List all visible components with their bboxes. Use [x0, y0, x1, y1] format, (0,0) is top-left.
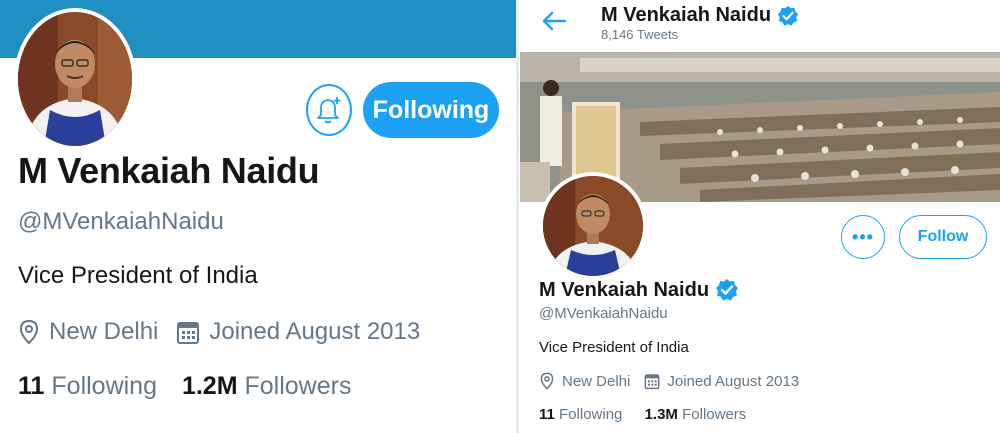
avatar[interactable]	[14, 8, 136, 150]
followers-count: 1.2M	[181, 372, 238, 400]
profile-meta: New Delhi Joined August 2013	[539, 372, 799, 390]
joined-text: Joined August 2013	[209, 318, 421, 345]
avatar-portrait	[543, 176, 643, 276]
followers-label: Followers	[244, 372, 352, 400]
profile-name-row: M Venkaiah Naidu	[539, 278, 739, 302]
tweet-count: 8,146 Tweets	[601, 27, 679, 42]
following-label: Following	[51, 372, 157, 400]
profile-bio: Vice President of India	[18, 262, 258, 289]
followers-label: Followers	[682, 406, 747, 423]
more-options-button[interactable]: •••	[841, 215, 885, 259]
following-button[interactable]: Following	[363, 82, 499, 138]
following-link[interactable]: 11 Following	[539, 406, 622, 423]
profile-bio: Vice President of India	[539, 339, 689, 356]
calendar-icon	[177, 322, 200, 344]
right-profile-panel: M Venkaiah Naidu 8,146 Tweets ••• Follow…	[519, 0, 1000, 433]
location-text: New Delhi	[562, 372, 631, 390]
location-pin-icon	[540, 372, 554, 390]
bell-plus-icon	[317, 97, 341, 124]
verified-badge-icon	[777, 5, 799, 26]
notifications-button[interactable]	[306, 84, 352, 136]
back-arrow-icon[interactable]	[541, 10, 567, 32]
profile-name: M Venkaiah Naidu	[18, 150, 320, 191]
followers-link[interactable]: 1.3M Followers	[645, 406, 747, 423]
profile-handle: @MVenkaiahNaidu	[539, 305, 668, 322]
left-profile-panel: Following M Venkaiah Naidu @MVenkaiahNai…	[0, 0, 516, 433]
avatar-portrait	[18, 12, 132, 146]
joined-text: Joined August 2013	[667, 372, 800, 390]
profile-stats: 11 Following 1.2M Followers	[18, 372, 351, 401]
following-label: Following	[559, 406, 623, 423]
verified-badge-icon	[716, 279, 739, 301]
followers-count: 1.3M	[644, 406, 678, 423]
profile-name: M Venkaiah Naidu	[539, 278, 710, 301]
profile-stats: 11 Following 1.3M Followers	[539, 406, 746, 423]
followers-link[interactable]: 1.2M Followers	[182, 372, 352, 400]
header-name: M Venkaiah Naidu	[601, 4, 772, 26]
following-count: 11	[18, 372, 45, 400]
profile-meta: New Delhi Joined August 2013	[18, 318, 420, 346]
location-text: New Delhi	[49, 318, 159, 345]
following-count: 11	[539, 406, 555, 423]
location-pin-icon	[19, 319, 39, 345]
header-title: M Venkaiah Naidu	[601, 4, 799, 27]
avatar[interactable]	[539, 172, 647, 280]
following-link[interactable]: 11 Following	[18, 372, 157, 400]
calendar-icon	[644, 374, 660, 390]
follow-button[interactable]: Follow	[899, 215, 987, 259]
profile-handle: @MVenkaiahNaidu	[18, 208, 224, 235]
